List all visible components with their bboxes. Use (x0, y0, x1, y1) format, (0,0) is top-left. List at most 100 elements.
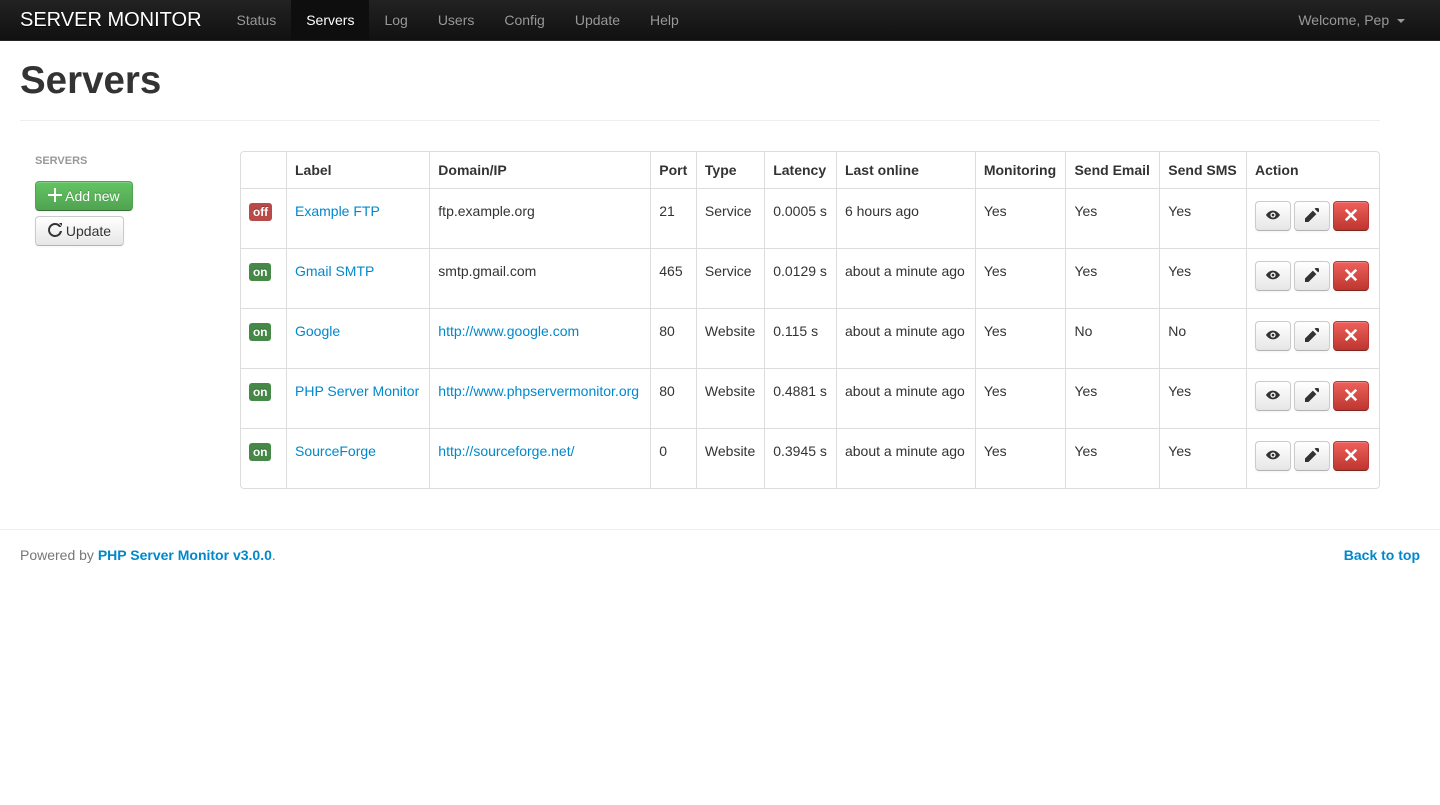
action-group (1255, 381, 1371, 416)
user-menu[interactable]: Welcome, Pep (1283, 0, 1420, 40)
cell-port: 80 (650, 308, 696, 368)
cell-monitoring: Yes (975, 188, 1066, 248)
delete-button[interactable] (1333, 321, 1369, 351)
pencil-icon (1305, 328, 1319, 342)
action-group (1255, 201, 1371, 236)
th-label: Label (286, 152, 429, 188)
server-label-link[interactable]: PHP Server Monitor (295, 383, 419, 399)
domain-text: smtp.gmail.com (429, 248, 650, 308)
cell-send_email: Yes (1065, 368, 1159, 428)
eye-icon (1266, 208, 1280, 222)
delete-button[interactable] (1333, 261, 1369, 291)
sidebar-header: SERVERS (20, 151, 220, 171)
delete-button[interactable] (1333, 381, 1369, 411)
nav-item-log[interactable]: Log (369, 0, 422, 40)
edit-button[interactable] (1294, 261, 1330, 291)
remove-icon (1344, 208, 1358, 222)
table-header-row: Label Domain/IP Port Type Latency Last o… (241, 152, 1379, 188)
footer: Powered by PHP Server Monitor v3.0.0. Ba… (0, 529, 1440, 580)
cell-monitoring: Yes (975, 428, 1066, 488)
nav-item-help[interactable]: Help (635, 0, 694, 40)
cell-port: 80 (650, 368, 696, 428)
servers-table: Label Domain/IP Port Type Latency Last o… (240, 151, 1380, 489)
table-row: onSourceForgehttp://sourceforge.net/0Web… (241, 428, 1379, 488)
cell-type: Website (696, 308, 764, 368)
edit-button[interactable] (1294, 381, 1330, 411)
add-new-label: Add new (65, 188, 119, 204)
remove-icon (1344, 268, 1358, 282)
cell-monitoring: Yes (975, 368, 1066, 428)
cell-type: Service (696, 188, 764, 248)
cell-last_online: about a minute ago (836, 368, 975, 428)
table-row: onGooglehttp://www.google.com80Website0.… (241, 308, 1379, 368)
status-badge: off (249, 203, 272, 221)
server-label-link[interactable]: Google (295, 323, 340, 339)
back-to-top-link[interactable]: Back to top (1344, 545, 1420, 565)
edit-button[interactable] (1294, 321, 1330, 351)
eye-icon (1266, 268, 1280, 282)
powered-by-text: Powered by (20, 547, 98, 563)
edit-button[interactable] (1294, 201, 1330, 231)
cell-last_online: about a minute ago (836, 248, 975, 308)
nav-main: StatusServersLogUsersConfigUpdateHelp (222, 0, 1284, 40)
th-domain: Domain/IP (429, 152, 650, 188)
cell-send_sms: Yes (1159, 188, 1246, 248)
brand: SERVER MONITOR (20, 0, 222, 40)
view-button[interactable] (1255, 261, 1291, 291)
cell-last_online: 6 hours ago (836, 188, 975, 248)
cell-monitoring: Yes (975, 308, 1066, 368)
cell-send_sms: Yes (1159, 368, 1246, 428)
sidebar: SERVERS Add new Update (20, 151, 240, 489)
cell-latency: 0.0005 s (764, 188, 836, 248)
nav-item-config[interactable]: Config (489, 0, 559, 40)
add-new-button[interactable]: Add new (35, 181, 133, 211)
caret-down-icon (1397, 19, 1405, 23)
cell-monitoring: Yes (975, 248, 1066, 308)
cell-latency: 0.115 s (764, 308, 836, 368)
cell-send_sms: Yes (1159, 428, 1246, 488)
cell-last_online: about a minute ago (836, 428, 975, 488)
view-button[interactable] (1255, 321, 1291, 351)
server-label-link[interactable]: SourceForge (295, 443, 376, 459)
cell-last_online: about a minute ago (836, 308, 975, 368)
table-row: onGmail SMTPsmtp.gmail.com465Service0.01… (241, 248, 1379, 308)
nav-item-servers[interactable]: Servers (291, 0, 369, 40)
th-type: Type (696, 152, 764, 188)
view-button[interactable] (1255, 381, 1291, 411)
plus-icon (48, 188, 62, 202)
remove-icon (1344, 448, 1358, 462)
edit-button[interactable] (1294, 441, 1330, 471)
cell-type: Website (696, 428, 764, 488)
view-button[interactable] (1255, 201, 1291, 231)
cell-send_email: Yes (1065, 428, 1159, 488)
update-button[interactable]: Update (35, 216, 124, 246)
domain-link[interactable]: http://www.google.com (438, 323, 579, 339)
status-badge: on (249, 443, 271, 461)
table-row: off Example FTP ftp.example.org21Service0.… (241, 188, 1379, 248)
nav-item-users[interactable]: Users (423, 0, 490, 40)
nav-user: Welcome, Pep (1283, 0, 1420, 40)
navbar: SERVER MONITOR StatusServersLogUsersConf… (0, 0, 1440, 41)
server-label-link[interactable]: Gmail SMTP (295, 263, 374, 279)
delete-button[interactable] (1333, 201, 1369, 231)
cell-port: 21 (650, 188, 696, 248)
domain-link[interactable]: http://www.phpservermonitor.org (438, 383, 639, 399)
table-row: onPHP Server Monitorhttp://www.phpserver… (241, 368, 1379, 428)
product-link[interactable]: PHP Server Monitor v3.0.0 (98, 547, 272, 563)
pencil-icon (1305, 388, 1319, 402)
cell-latency: 0.0129 s (764, 248, 836, 308)
remove-icon (1344, 328, 1358, 342)
remove-icon (1344, 388, 1358, 402)
nav-item-status[interactable]: Status (222, 0, 292, 40)
delete-button[interactable] (1333, 441, 1369, 471)
eye-icon (1266, 448, 1280, 462)
th-action: Action (1246, 152, 1379, 188)
domain-text: ftp.example.org (429, 188, 650, 248)
domain-link[interactable]: http://sourceforge.net/ (438, 443, 574, 459)
action-group (1255, 441, 1371, 476)
nav-item-update[interactable]: Update (560, 0, 635, 40)
cell-send_email: No (1065, 308, 1159, 368)
server-label-link[interactable]: Example FTP (295, 203, 380, 219)
cell-type: Service (696, 248, 764, 308)
view-button[interactable] (1255, 441, 1291, 471)
